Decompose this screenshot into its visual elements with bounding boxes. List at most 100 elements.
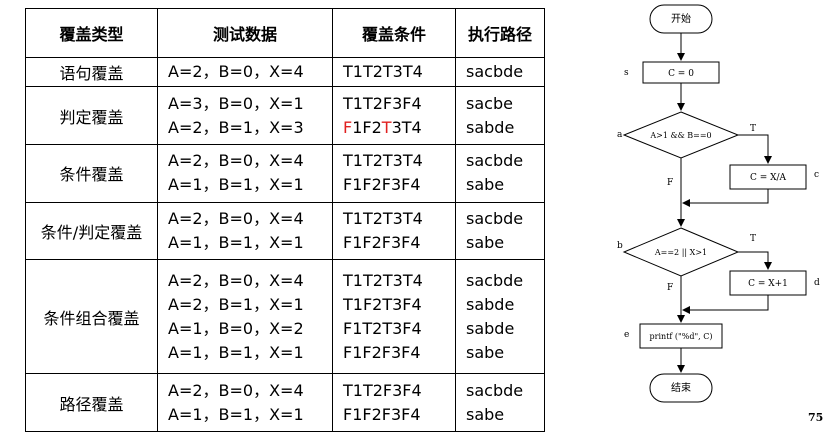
test-data-line: A=1，B=1，X=1 (168, 342, 304, 362)
coverage-type-text: 语句覆盖 (59, 64, 124, 84)
test-data-line: A=1，B=0，X=2 (168, 318, 304, 338)
decision-a-text: A>1 && B==0 (649, 131, 711, 140)
header-test-data: 测试数据 (157, 8, 333, 58)
coverage-condition-line: T1F2T3F4 (343, 294, 422, 314)
execution-path-line: sabe (466, 232, 505, 252)
coverage-condition-cell: T1T2T3T4 (332, 56, 456, 88)
header-coverage-type: 覆盖类型 (25, 8, 158, 58)
flow-arrow (682, 295, 769, 314)
coverage-condition-cell: T1T2F3F4 F1F2F3F4 (332, 373, 456, 432)
execution-path-line: sabe (466, 342, 505, 362)
coverage-type-cell: 条件覆盖 (25, 144, 158, 203)
execution-path-line: sabde (466, 294, 515, 314)
coverage-type-cell: 条件组合覆盖 (25, 259, 158, 375)
coverage-type-text: 条件覆盖 (59, 165, 124, 185)
coverage-condition-line: F1F2F3F4 (343, 342, 421, 362)
test-data-line: A=2，B=0，X=4 (168, 151, 304, 171)
coverage-condition-line: F1F2F3F4 (343, 232, 421, 252)
test-data-cell: A=3，B=0，X=1 A=2，B=1，X=3 (157, 86, 333, 146)
coverage-type-cell: 条件/判定覆盖 (25, 201, 158, 261)
label-e: e (624, 330, 629, 340)
execution-path-cell: sacbde (455, 56, 545, 88)
start-text: 开始 (671, 12, 691, 25)
end-text: 结束 (671, 381, 691, 394)
page-number: 75 (808, 411, 824, 424)
test-data-line: A=1，B=1，X=1 (168, 404, 304, 424)
test-data-cell: A=2，B=0，X=4 A=1，B=1，X=1 (157, 201, 333, 261)
coverage-condition-line: F1F2F3F4 (343, 175, 421, 195)
header-execution-path: 执行路径 (455, 8, 545, 58)
coverage-type-text: 条件/判定覆盖 (40, 222, 143, 242)
coverage-type-cell: 判定覆盖 (25, 86, 158, 146)
coverage-condition-cell: T1T2T3T4 T1F2T3F4 F1T2T3F4 F1F2F3F4 (332, 259, 456, 375)
decision-b-text: A==2 || X>1 (654, 248, 707, 257)
coverage-condition-cell: T1T2F3F4 F1F2T3T4 (332, 86, 456, 146)
coverage-condition-line: T1T2T3T4 (343, 62, 423, 82)
coverage-type-text: 路径覆盖 (59, 394, 124, 414)
node-c-text: C = X/A (750, 173, 787, 183)
true-label-a: T (750, 124, 756, 134)
table-row: 条件组合覆盖 A=2，B=0，X=4 A=2，B=1，X=1 A=1，B=0，X=2 A… (25, 259, 545, 375)
test-data-line: A=2，B=1，X=1 (168, 294, 304, 314)
execution-path-cell: sacbde sabe (455, 144, 545, 203)
test-data-line: A=2，B=0，X=4 (168, 208, 304, 228)
label-a: a (617, 130, 623, 140)
test-data-line: A=2，B=0，X=4 (168, 380, 304, 400)
flow-arrow (682, 189, 769, 207)
label-c: c (814, 170, 819, 180)
execution-path-line: sabe (466, 175, 505, 195)
table-body: 语句覆盖 A=2，B=0，X=4 T1T2T3T4 sacbde 判定覆盖 A=3，B=0… (25, 56, 545, 432)
execution-path-cell: sacbde sabde sabde sabe (455, 259, 545, 375)
coverage-type-text: 判定覆盖 (59, 107, 124, 127)
coverage-condition-line: T1T2F3F4 (343, 380, 422, 400)
execution-path-line: sabe (466, 404, 505, 424)
flow-arrow-true-a (738, 134, 772, 164)
label-d: d (814, 278, 820, 288)
execution-path-line: sacbe (466, 93, 513, 113)
false-label-b: F (667, 283, 673, 293)
label-b: b (617, 241, 623, 251)
coverage-condition-line: T1T2T3T4 (343, 151, 423, 171)
coverage-condition-line: F1F2F3F4 (343, 404, 421, 424)
coverage-condition-line: F1T2T3F4 (343, 318, 422, 338)
test-data-line: A=2，B=1，X=3 (168, 117, 304, 137)
coverage-condition-line: F1F2T3T4 (343, 117, 422, 137)
coverage-table: 覆盖类型 测试数据 覆盖条件 执行路径 语句覆盖 A=2，B=0，X=4 T1T2T… (25, 8, 545, 432)
test-data-line: A=1，B=1，X=1 (168, 175, 304, 195)
test-data-line: A=2，B=0，X=4 (168, 62, 304, 82)
execution-path-cell: sacbe sabde (455, 86, 545, 146)
test-data-cell: A=2，B=0，X=4 A=2，B=1，X=1 A=1，B=0，X=2 A=1，B=1… (157, 259, 333, 375)
label-s: s (624, 68, 629, 78)
coverage-type-cell: 路径覆盖 (25, 373, 158, 432)
test-data-cell: A=2，B=0，X=4 A=1，B=1，X=1 (157, 144, 333, 203)
table-row: 路径覆盖 A=2，B=0，X=4 A=1，B=1，X=1 T1T2F3F4 F1F2F3… (25, 373, 545, 432)
test-data-cell: A=2，B=0，X=4 (157, 56, 333, 88)
test-data-line: A=1，B=1，X=1 (168, 232, 304, 252)
true-label-b: T (750, 234, 756, 244)
execution-path-line: sabde (466, 318, 515, 338)
node-e-text: printf ("%d", C) (650, 332, 713, 341)
execution-path-line: sacbde (466, 151, 524, 171)
table-header-row: 覆盖类型 测试数据 覆盖条件 执行路径 (25, 8, 545, 58)
flow-arrow-true-b (738, 251, 772, 270)
table-row: 语句覆盖 A=2，B=0，X=4 T1T2T3T4 sacbde (25, 56, 545, 88)
coverage-type-text: 条件组合覆盖 (43, 308, 140, 328)
test-data-cell: A=2，B=0，X=4 A=1，B=1，X=1 (157, 373, 333, 432)
execution-path-line: sacbde (466, 270, 524, 290)
execution-path-line: sabde (466, 117, 515, 137)
node-s-text: C = 0 (668, 69, 694, 79)
coverage-condition-cell: T1T2T3T4 F1F2F3F4 (332, 201, 456, 261)
coverage-type-cell: 语句覆盖 (25, 56, 158, 88)
flowchart: 开始 C = 0 s A>1 && B==0 a T F C = X/A c A… (617, 4, 820, 403)
execution-path-cell: sacbde sabe (455, 373, 545, 432)
coverage-condition-cell: T1T2T3T4 F1F2F3F4 (332, 144, 456, 203)
coverage-condition-line: T1T2F3F4 (343, 93, 422, 113)
execution-path-cell: sacbde sabe (455, 201, 545, 261)
test-data-line: A=2，B=0，X=4 (168, 270, 304, 290)
table-row: 条件/判定覆盖 A=2，B=0，X=4 A=1，B=1，X=1 T1T2T3T4 F1F… (25, 201, 545, 261)
coverage-condition-line: T1T2T3T4 (343, 208, 423, 228)
coverage-condition-line: T1T2T3T4 (343, 270, 423, 290)
header-coverage-condition: 覆盖条件 (332, 8, 456, 58)
execution-path-line: sacbde (466, 208, 524, 228)
execution-path-line: sacbde (466, 62, 524, 82)
